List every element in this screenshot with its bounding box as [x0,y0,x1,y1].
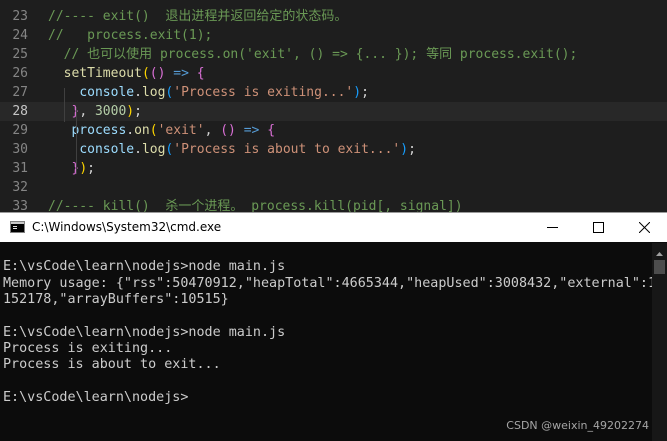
code-token: => [173,66,189,81]
code-line[interactable]: 26 setTimeout(() => { [0,64,667,83]
code-text: // process.exit(1); [48,26,212,45]
line-number: 23 [12,9,28,24]
console-line: E:\vsCode\learn\nodejs>node main.js [3,324,286,340]
line-number: 24 [12,28,28,43]
code-token: () [149,66,166,81]
console-line: Memory usage: {"rss":50470912,"heapTotal… [3,275,657,291]
cmd-icon [10,221,25,233]
code-token: console [79,85,135,100]
indent-guide [64,88,65,122]
code-token: on [134,123,150,138]
code-token: => [243,123,260,138]
code-text: // 也可以使用 process.on('exit', () => {... }… [48,45,578,64]
code-token: ) [400,142,409,157]
code-text: }, 3000); [48,102,142,121]
cmd-titlebar[interactable]: C:\Windows\System32\cmd.exe [0,213,667,242]
code-line[interactable]: 32 [0,178,667,197]
code-token: { [267,123,276,138]
maximize-button[interactable] [575,213,621,242]
code-line[interactable]: 25 // 也可以使用 process.on('exit', () => {..… [0,45,667,64]
code-text: }); [48,159,95,178]
line-number: 32 [12,180,28,195]
code-token: ; [408,142,416,157]
code-line[interactable]: 23 //---- exit() 退出进程并返回给定的状态码。 [0,7,667,26]
code-line[interactable]: 29 process.on('exit', () => { [0,121,667,140]
code-token: 'Process is exiting...' [173,85,354,100]
code-token: // 也可以使用 process.on('exit', () => {... }… [48,47,578,62]
code-token: . [134,142,142,157]
line-number: 26 [12,66,28,81]
cmd-window[interactable]: C:\Windows\System32\cmd.exe E:\vsCode\le… [0,212,667,441]
code-token: ; [87,161,95,176]
code-line[interactable]: 24 // process.exit(1); [0,26,667,45]
code-text: console.log('Process is exiting...'); [48,83,369,102]
minimize-icon [546,222,558,233]
code-line[interactable]: 31 }); [0,159,667,178]
code-token: ( [149,123,158,138]
code-text: console.log('Process is about to exit...… [48,140,416,159]
code-text: process.on('exit', () => { [48,121,275,140]
code-token: ) [79,161,88,176]
code-token: ; [134,104,142,119]
code-token: setTimeout [63,66,142,81]
code-token: () [220,123,236,138]
code-token: console [79,142,135,157]
code-token: //---- exit() 退出进程并返回给定的状态码。 [48,9,348,24]
code-token: . [134,85,142,100]
console-output[interactable]: E:\vsCode\learn\nodejs>node main.js Memor… [0,243,656,441]
code-token: , [79,104,95,119]
code-token: log [141,142,166,157]
watermark: CSDN @weixin_49202274 [506,419,649,432]
code-line[interactable]: 30 console.log('Process is about to exit… [0,140,667,159]
minimize-button[interactable] [529,213,575,242]
maximize-icon [592,222,604,233]
console-line: Process is exiting... [3,340,173,356]
code-token: ) [353,85,362,100]
code-token: . [126,123,135,138]
code-token: , [204,123,221,138]
code-token: process [71,123,127,138]
arrow-up-icon [656,241,663,260]
line-number: 29 [12,123,28,138]
code-token: 3000 [94,104,127,119]
code-token: 'exit' [157,123,205,138]
close-icon [638,222,650,233]
code-token: ( [141,66,150,81]
console-line: E:\vsCode\learn\nodejs> [3,389,189,405]
line-number: 31 [12,161,28,176]
scroll-thumb[interactable] [654,260,665,274]
indent-guide [76,107,77,174]
window-title: C:\Windows\System32\cmd.exe [32,220,222,234]
code-editor[interactable]: 23 //---- exit() 退出进程并返回给定的状态码。 24 // proce… [0,0,667,214]
code-text: setTimeout(() => { [48,64,205,83]
scroll-up-button[interactable] [652,243,667,258]
line-number: 25 [12,47,28,62]
code-token: 'Process is about to exit...' [173,142,401,157]
code-line[interactable]: 28 }, 3000); [0,102,667,121]
code-token: log [141,85,166,100]
close-button[interactable] [621,213,667,242]
console-line: 152178,"arrayBuffers":10515} [3,291,229,307]
console-line: E:\vsCode\learn\nodejs>node main.js [3,259,286,275]
code-token: ; [361,85,369,100]
console-scrollbar[interactable] [652,243,667,441]
code-token: // process.exit(1); [48,28,213,43]
line-number: 30 [12,142,28,157]
line-number: 27 [12,85,28,100]
code-token: { [196,66,205,81]
console-line: Process is about to exit... [3,357,221,373]
code-line[interactable]: 27 console.log('Process is exiting...'); [0,83,667,102]
line-number: 28 [12,104,28,119]
code-token: ) [126,104,135,119]
code-text: //---- exit() 退出进程并返回给定的状态码。 [48,7,347,26]
